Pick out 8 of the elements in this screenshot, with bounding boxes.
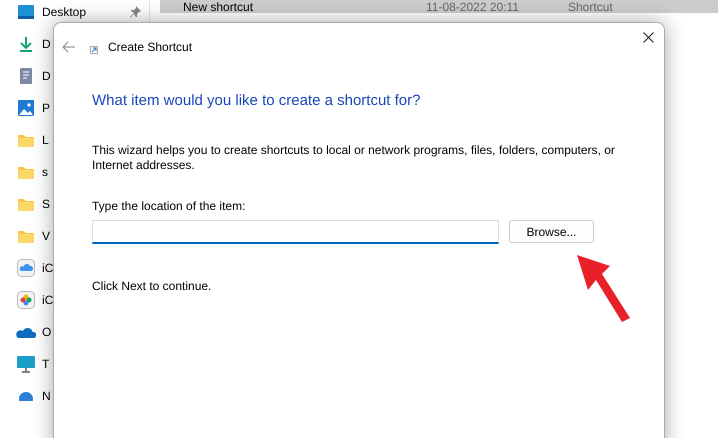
file-name: New shortcut [183, 1, 254, 13]
location-label: Type the location of the item: [92, 198, 246, 214]
file-date: 11-08-2022 20:11 [426, 1, 520, 13]
wizard-description: This wizard helps you to create shortcuts to local or network programs, files, folders, computers, or Internet addresses. [92, 142, 616, 172]
continue-hint: Click Next to continue. [92, 278, 212, 294]
wizard-heading: What item would you like to create a shortcut for? [92, 91, 422, 111]
dialog-title: Create Shortcut [108, 39, 192, 56]
file-type: Shortcut [568, 1, 613, 13]
